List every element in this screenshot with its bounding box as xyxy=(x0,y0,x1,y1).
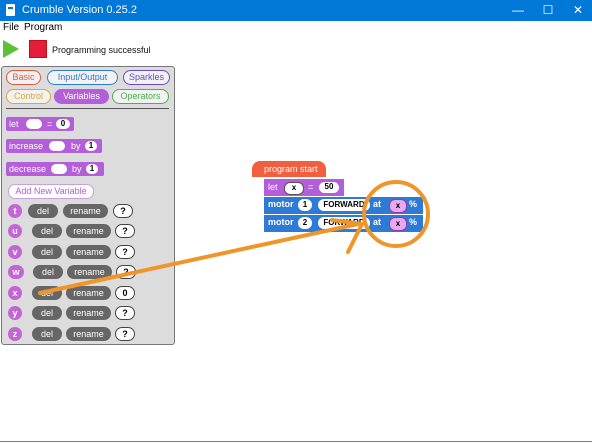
arrow-shaft xyxy=(38,222,360,295)
status-line xyxy=(0,441,592,442)
highlight-circle xyxy=(362,180,430,248)
annotation-overlay xyxy=(38,180,430,295)
